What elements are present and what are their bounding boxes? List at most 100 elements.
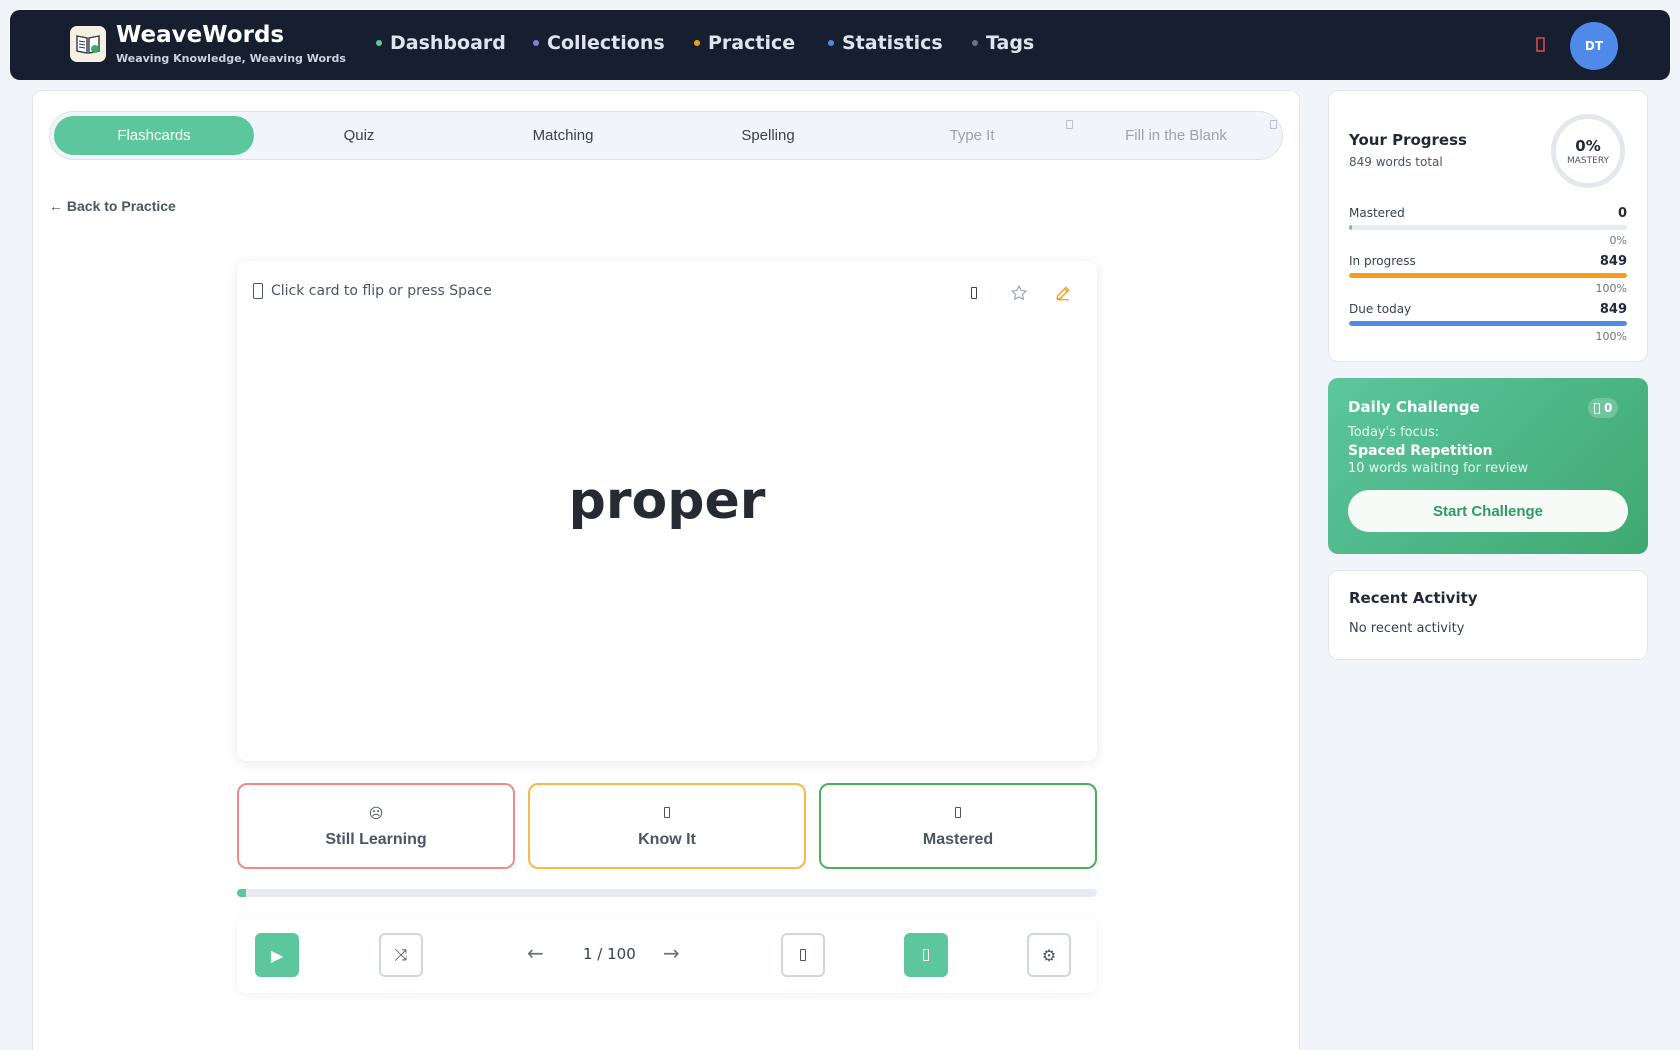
nav-label: Tags: [986, 32, 1035, 54]
flip-hint-text: Click card to flip or press Space: [271, 283, 492, 299]
edit-word-button[interactable]: [1051, 281, 1075, 305]
tab-quiz[interactable]: Quiz: [259, 116, 459, 155]
brand-name[interactable]: WeaveWords: [116, 22, 284, 48]
session-progress-bar: [237, 889, 1097, 897]
previous-card-button[interactable]: ←: [527, 941, 544, 965]
thumbs-up-icon: [530, 805, 804, 821]
progress-title: Your Progress: [1349, 131, 1467, 149]
flip-mode-button[interactable]: [904, 933, 948, 977]
brand-tagline: Weaving Knowledge, Weaving Words: [116, 52, 346, 65]
nav-label: Practice: [708, 32, 796, 54]
recent-activity-card: Recent Activity No recent activity: [1328, 570, 1648, 660]
nav-label: Dashboard: [390, 32, 506, 54]
nav-tags[interactable]: Tags: [972, 32, 1034, 54]
next-card-button[interactable]: →: [663, 941, 680, 965]
autoplay-button[interactable]: ▶: [255, 933, 299, 977]
tab-type-it[interactable]: Type It: [872, 116, 1072, 155]
tab-matching[interactable]: Matching: [463, 116, 663, 155]
trophy-icon: [821, 805, 1095, 821]
flashcard-word: proper: [568, 471, 766, 531]
card-counter: 1 / 100: [583, 945, 636, 963]
mastery-label: MASTERY: [1567, 156, 1609, 166]
audio-toggle-button[interactable]: [781, 933, 825, 977]
stat-value: 849: [1599, 254, 1627, 269]
nav-dot: [828, 40, 834, 46]
mastery-percent: 0%: [1575, 137, 1601, 155]
tab-flashcards[interactable]: Flashcards: [54, 116, 254, 155]
start-challenge-button[interactable]: Start Challenge: [1348, 490, 1628, 532]
nav-practice[interactable]: Practice: [694, 32, 795, 54]
focus-topic: Spaced Repetition: [1348, 443, 1493, 459]
nav-statistics[interactable]: Statistics: [828, 32, 943, 54]
gear-icon: ⚙: [1041, 945, 1057, 965]
star-icon: [1011, 285, 1027, 300]
nav-collections[interactable]: Collections: [533, 32, 665, 54]
stat-label: Due today: [1349, 302, 1412, 316]
logo-book-icon[interactable]: [70, 26, 106, 62]
volume-icon: [800, 949, 806, 961]
lock-icon: [1270, 120, 1277, 129]
flip-hint: Click card to flip or press Space: [253, 283, 492, 299]
tab-spelling[interactable]: Spelling: [668, 116, 868, 155]
challenge-title: Daily Challenge: [1348, 398, 1480, 416]
flame-icon: [1594, 402, 1600, 414]
challenge-description: 10 words waiting for review: [1348, 461, 1529, 476]
stat-bar-fill: [1349, 225, 1352, 230]
know-it-button[interactable]: Know It: [528, 783, 806, 869]
stat-label: Mastered: [1349, 206, 1405, 220]
play-icon: ▶: [270, 945, 284, 965]
user-avatar[interactable]: DT: [1570, 22, 1618, 70]
stat-bar-fill: [1349, 273, 1627, 278]
rating-label: Know It: [638, 831, 696, 848]
top-navigation-bar: WeaveWords Weaving Knowledge, Weaving Wo…: [10, 10, 1670, 80]
progress-card: Your Progress 849 words total 0% MASTERY…: [1328, 90, 1648, 362]
rating-label: Mastered: [922, 831, 994, 848]
settings-button[interactable]: ⚙: [1027, 933, 1071, 977]
nav-dot: [972, 40, 978, 46]
swap-icon: [923, 949, 929, 961]
rating-label: Still Learning: [325, 831, 427, 848]
recent-activity-title: Recent Activity: [1349, 589, 1478, 607]
back-to-practice-link[interactable]: ← Back to Practice: [49, 198, 176, 214]
daily-challenge-card: Daily Challenge 0 Today's focus: Spaced …: [1328, 378, 1648, 554]
stat-percent: 100%: [1595, 282, 1627, 295]
streak-count: 0: [1604, 401, 1613, 415]
stat-value: 0: [1617, 206, 1627, 221]
session-progress-fill: [237, 889, 246, 897]
shuffle-button[interactable]: ⤨: [379, 933, 423, 977]
keyboard-icon: [253, 283, 263, 299]
stat-value: 849: [1599, 302, 1627, 317]
mastered-button[interactable]: Mastered: [819, 783, 1097, 869]
streak-badge: 0: [1588, 398, 1619, 418]
tab-fill-in-the-blank[interactable]: Fill in the Blank: [1076, 116, 1276, 155]
session-controls: ▶ ⤨ ← 1 / 100 → ⚙: [237, 917, 1097, 993]
pencil-icon: [1056, 286, 1070, 301]
lock-icon: [1066, 120, 1073, 129]
stat-percent: 100%: [1595, 330, 1627, 343]
pronounce-button[interactable]: [962, 281, 986, 305]
nav-dot: [533, 40, 539, 46]
practice-mode-tabs: Flashcards Quiz Matching Spelling Type I…: [49, 111, 1283, 160]
practice-panel: Flashcards Quiz Matching Spelling Type I…: [32, 90, 1300, 1050]
stat-due-today: Due today 849 100%: [1349, 302, 1627, 343]
nav-label: Collections: [547, 32, 665, 54]
still-learning-button[interactable]: ☹ Still Learning: [237, 783, 515, 869]
stat-label: In progress: [1349, 254, 1416, 268]
recent-activity-empty: No recent activity: [1349, 621, 1465, 636]
notification-icon[interactable]: [1535, 36, 1547, 54]
flashcard[interactable]: Click card to flip or press Space proper: [237, 261, 1097, 761]
word-count: 849 words total: [1349, 155, 1443, 169]
mastery-ring: 0% MASTERY: [1551, 114, 1625, 188]
favorite-button[interactable]: [1007, 281, 1031, 305]
nav-dashboard[interactable]: Dashboard: [376, 32, 506, 54]
stat-percent: 0%: [1609, 234, 1627, 247]
nav-label: Statistics: [842, 32, 943, 54]
nav-dot: [694, 40, 700, 46]
nav-dot: [376, 40, 382, 46]
stat-in-progress: In progress 849 100%: [1349, 254, 1627, 295]
confused-face-icon: ☹: [368, 805, 384, 821]
shuffle-icon: ⤨: [394, 945, 408, 964]
focus-label: Today's focus:: [1348, 425, 1440, 440]
stat-bar-fill: [1349, 321, 1627, 326]
speaker-icon: [971, 287, 977, 299]
